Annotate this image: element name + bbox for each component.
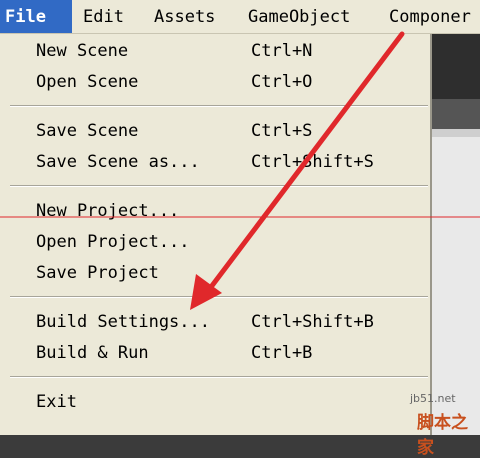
menu-assets[interactable]: Assets xyxy=(154,0,215,33)
editor-panel xyxy=(432,137,480,435)
menu-item-label: Build & Run xyxy=(36,343,149,363)
watermark-site-name: 脚本之家 xyxy=(417,413,468,458)
menu-item-new-project[interactable]: New Project... xyxy=(0,196,430,227)
menu-item-label: New Scene xyxy=(36,41,129,61)
menu-item-label: Save Project xyxy=(36,263,159,283)
menu-file[interactable]: File xyxy=(0,0,72,33)
menu-item-label: Build Settings... xyxy=(36,312,210,332)
menu-item-label: Exit xyxy=(36,392,77,412)
menu-item-label: Open Scene xyxy=(36,72,139,92)
menu-component[interactable]: Componer xyxy=(389,0,471,33)
menu-item-label: Save Scene xyxy=(36,121,139,141)
menu-item-shortcut: Ctrl+S xyxy=(251,121,313,141)
menu-item-shortcut: Ctrl+Shift+B xyxy=(251,312,374,332)
menu-gameobject[interactable]: GameObject xyxy=(248,0,350,33)
watermark-url: jb51.net xyxy=(410,392,456,405)
menu-item-save-scene-as[interactable]: Save Scene as... Ctrl+Shift+S xyxy=(0,147,430,178)
editor-tab-strip xyxy=(432,99,480,129)
menu-item-shortcut: Ctrl+Shift+S xyxy=(251,152,374,172)
menu-item-open-project[interactable]: Open Project... xyxy=(0,227,430,258)
menu-item-open-scene[interactable]: Open Scene Ctrl+O xyxy=(0,67,430,98)
menu-item-exit[interactable]: Exit xyxy=(0,387,430,418)
menu-bar: File Edit Assets GameObject Componer xyxy=(0,0,480,34)
menu-item-shortcut: Ctrl+B xyxy=(251,343,313,363)
menu-separator xyxy=(10,105,428,107)
menu-item-label: New Project... xyxy=(36,201,180,221)
menu-item-save-project[interactable]: Save Project xyxy=(0,258,430,289)
menu-item-shortcut: Ctrl+N xyxy=(251,41,313,61)
file-dropdown-menu: New Scene Ctrl+N Open Scene Ctrl+O Save … xyxy=(0,34,432,435)
menu-separator xyxy=(10,376,428,378)
editor-toolbar-dark xyxy=(432,34,480,99)
menu-item-new-scene[interactable]: New Scene Ctrl+N xyxy=(0,36,430,67)
menu-item-label: Open Project... xyxy=(36,232,190,252)
editor-divider xyxy=(432,129,480,137)
menu-separator xyxy=(10,185,428,187)
menu-item-shortcut: Ctrl+O xyxy=(251,72,313,92)
menu-item-save-scene[interactable]: Save Scene Ctrl+S xyxy=(0,116,430,147)
menu-item-label: Save Scene as... xyxy=(36,152,200,172)
menu-separator xyxy=(10,296,428,298)
menu-item-build-and-run[interactable]: Build & Run Ctrl+B xyxy=(0,338,430,369)
menu-edit[interactable]: Edit xyxy=(83,0,124,33)
menu-item-build-settings[interactable]: Build Settings... Ctrl+Shift+B xyxy=(0,307,430,338)
